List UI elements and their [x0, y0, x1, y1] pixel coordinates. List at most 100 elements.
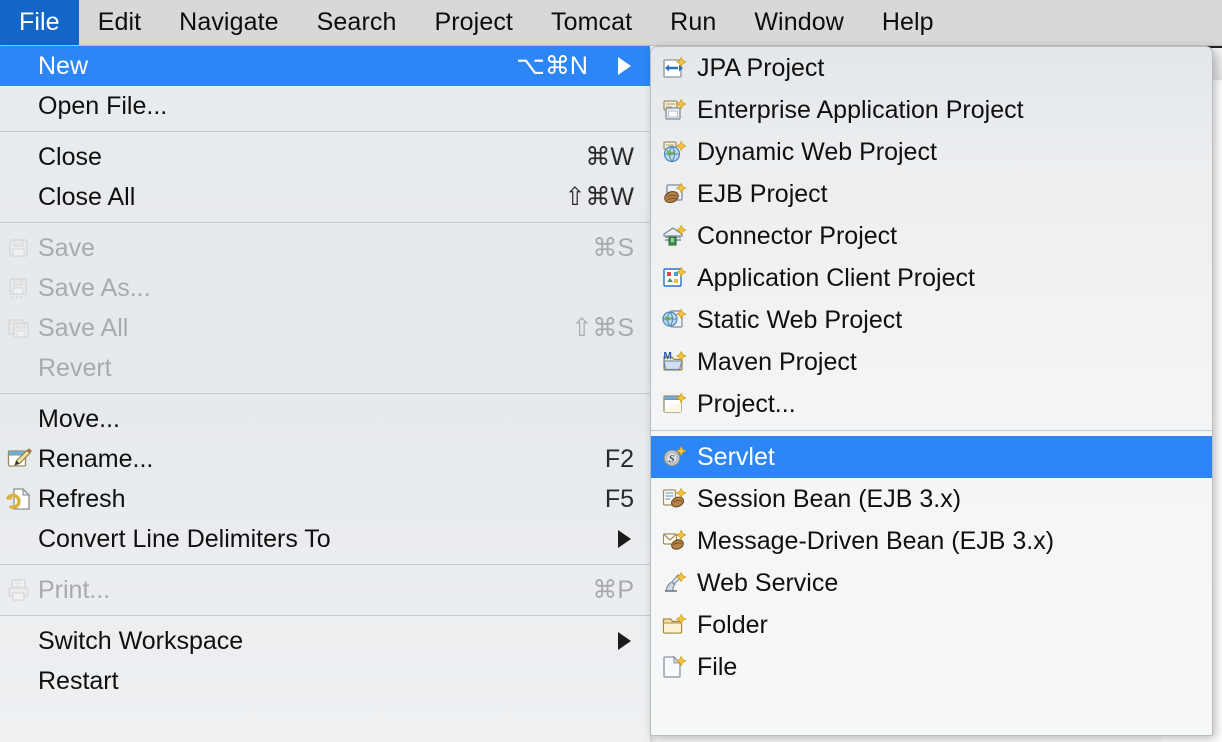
menu-item-folder[interactable]: Folder	[651, 604, 1212, 646]
menubar-item-window[interactable]: Window	[735, 0, 863, 45]
menu-item-close[interactable]: Close⌘W	[0, 137, 650, 177]
menu-item-label: Connector Project	[697, 222, 1200, 251]
new-submenu-dropdown[interactable]: JPA Project Enterprise Application Projec…	[650, 46, 1213, 736]
menu-item-label: EJB Project	[697, 180, 1200, 209]
menubar-item-help[interactable]: Help	[863, 0, 953, 45]
menu-item-jpa-project[interactable]: JPA Project	[651, 47, 1212, 89]
menu-item-file[interactable]: File	[651, 646, 1212, 688]
menu-item-label: Session Bean (EJB 3.x)	[697, 485, 1200, 514]
menu-item-shortcut: ⇧⌘S	[547, 313, 634, 343]
menu-item-label: Refresh	[38, 485, 581, 514]
menu-item-save[interactable]: Save⌘S	[0, 228, 650, 268]
menu-item-shortcut: F5	[581, 485, 634, 514]
menu-bar[interactable]: FileEditNavigateSearchProjectTomcatRunWi…	[0, 0, 1222, 46]
menu-item-label: Save	[38, 234, 568, 263]
menu-item-message-driven-bean-ejb-3-x[interactable]: Message-Driven Bean (EJB 3.x)	[651, 520, 1212, 562]
file-menu-dropdown[interactable]: New⌥⌘NOpen File...Close⌘WClose All⇧⌘WSav…	[0, 46, 650, 742]
menu-item-label: Close All	[38, 183, 540, 212]
menu-separator	[651, 430, 1212, 431]
svg-text:M: M	[664, 351, 672, 362]
ejb-project-icon	[651, 181, 697, 207]
menu-item-shortcut: ⌘S	[568, 233, 634, 263]
menu-item-new[interactable]: New⌥⌘N	[0, 46, 650, 86]
menu-item-label: Message-Driven Bean (EJB 3.x)	[697, 527, 1200, 556]
menubar-item-search[interactable]: Search	[298, 0, 416, 45]
menu-item-rename[interactable]: Rename...F2	[0, 439, 650, 479]
message-driven-bean-icon	[651, 528, 697, 554]
static-web-icon	[651, 307, 697, 333]
connector-project-icon	[651, 223, 697, 249]
menu-item-label: JPA Project	[697, 54, 1200, 83]
menu-item-connector-project[interactable]: Connector Project	[651, 215, 1212, 257]
menu-item-save-as[interactable]: Save As...	[0, 268, 650, 308]
menu-item-close-all[interactable]: Close All⇧⌘W	[0, 177, 650, 217]
menu-item-switch-workspace[interactable]: Switch Workspace	[0, 621, 650, 661]
jpa-project-icon	[651, 55, 697, 81]
web-service-icon	[651, 570, 697, 596]
menu-item-label: Save All	[38, 314, 547, 343]
menu-separator	[0, 222, 650, 223]
menu-item-restart[interactable]: Restart	[0, 661, 650, 701]
menu-item-servlet[interactable]: S Servlet	[651, 436, 1212, 478]
rename-icon	[0, 446, 38, 472]
menu-item-enterprise-application-project[interactable]: Enterprise Application Project	[651, 89, 1212, 131]
file-icon	[651, 654, 697, 680]
menu-item-refresh[interactable]: RefreshF5	[0, 479, 650, 519]
menu-item-convert-line-delimiters-to[interactable]: Convert Line Delimiters To	[0, 519, 650, 559]
menu-separator	[0, 393, 650, 394]
submenu-arrow-icon	[614, 57, 634, 75]
menu-item-label: Close	[38, 143, 561, 172]
menu-item-print[interactable]: Print...⌘P	[0, 570, 650, 610]
menu-item-label: Revert	[38, 354, 634, 383]
menu-item-maven-project[interactable]: MMaven Project	[651, 341, 1212, 383]
menu-item-label: Print...	[38, 576, 568, 605]
app-client-icon	[651, 265, 697, 291]
menu-item-label: Servlet	[697, 443, 1200, 472]
menu-item-shortcut: F2	[581, 445, 634, 474]
save-as-icon	[0, 275, 38, 301]
menu-item-label: Static Web Project	[697, 306, 1200, 335]
submenu-arrow-icon	[614, 632, 634, 650]
menu-item-label: Project...	[697, 390, 1200, 419]
menu-item-project[interactable]: Project...	[651, 383, 1212, 425]
folder-icon	[651, 612, 697, 638]
menu-item-static-web-project[interactable]: Static Web Project	[651, 299, 1212, 341]
dynamic-web-icon	[651, 139, 697, 165]
menu-item-ejb-project[interactable]: EJB Project	[651, 173, 1212, 215]
menubar-item-file[interactable]: File	[0, 0, 79, 45]
save-all-icon	[0, 315, 38, 341]
session-bean-icon	[651, 486, 697, 512]
menu-item-move[interactable]: Move...	[0, 399, 650, 439]
menubar-item-run[interactable]: Run	[651, 0, 735, 45]
menu-item-shortcut: ⌥⌘N	[492, 51, 588, 81]
menu-item-label: Switch Workspace	[38, 627, 614, 656]
menu-item-application-client-project[interactable]: Application Client Project	[651, 257, 1212, 299]
screen: S 's C / FileEditNavigateSearchProjectTo…	[0, 0, 1222, 742]
menubar-item-project[interactable]: Project	[415, 0, 532, 45]
menu-item-session-bean-ejb-3-x[interactable]: Session Bean (EJB 3.x)	[651, 478, 1212, 520]
save-icon	[0, 235, 38, 261]
menubar-item-edit[interactable]: Edit	[79, 0, 160, 45]
menubar-item-tomcat[interactable]: Tomcat	[532, 0, 651, 45]
menubar-item-navigate[interactable]: Navigate	[160, 0, 297, 45]
print-icon	[0, 577, 38, 603]
menu-item-open-file[interactable]: Open File...	[0, 86, 650, 126]
menu-item-label: Restart	[38, 667, 634, 696]
menu-item-label: File	[697, 653, 1200, 682]
menu-item-web-service[interactable]: Web Service	[651, 562, 1212, 604]
menu-item-save-all[interactable]: Save All⇧⌘S	[0, 308, 650, 348]
menu-item-revert[interactable]: Revert	[0, 348, 650, 388]
menu-item-label: Save As...	[38, 274, 634, 303]
svg-text:S: S	[669, 453, 675, 465]
menu-item-label: Web Service	[697, 569, 1200, 598]
menu-separator	[0, 615, 650, 616]
menu-item-label: Dynamic Web Project	[697, 138, 1200, 167]
menu-item-label: Folder	[697, 611, 1200, 640]
menu-item-label: Application Client Project	[697, 264, 1200, 293]
menu-item-shortcut: ⇧⌘W	[540, 182, 634, 212]
refresh-icon	[0, 486, 38, 512]
generic-project-icon	[651, 391, 697, 417]
servlet-icon: S	[651, 444, 697, 470]
menu-item-label: Convert Line Delimiters To	[38, 525, 614, 554]
menu-item-dynamic-web-project[interactable]: Dynamic Web Project	[651, 131, 1212, 173]
